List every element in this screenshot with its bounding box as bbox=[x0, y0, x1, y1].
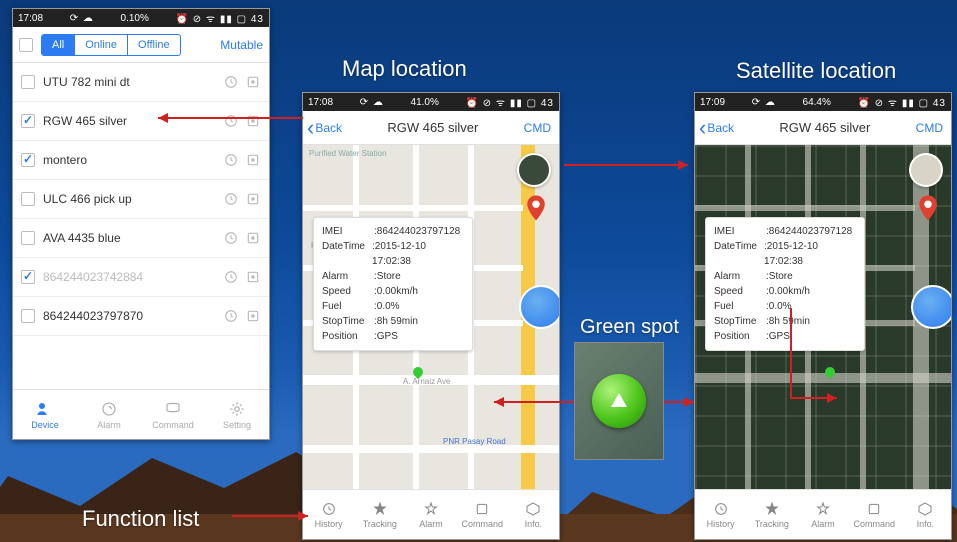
device-name: 864244023742884 bbox=[43, 270, 217, 284]
clock-icon[interactable] bbox=[223, 308, 239, 324]
location-pin-icon[interactable] bbox=[521, 193, 551, 223]
nav-title: RGW 465 silver bbox=[734, 120, 916, 135]
device-checkbox[interactable] bbox=[21, 75, 35, 89]
device-row[interactable]: AVA 4435 blue bbox=[13, 219, 269, 258]
device-name: UTU 782 mini dt bbox=[43, 75, 217, 89]
function-tabs: History Tracking Alarm Command Info. bbox=[303, 489, 559, 539]
locate-icon[interactable] bbox=[245, 308, 261, 324]
device-name: AVA 4435 blue bbox=[43, 231, 217, 245]
label-satellite-location: Satellite location bbox=[736, 58, 896, 84]
device-checkbox[interactable] bbox=[21, 270, 35, 284]
arrow-function-list bbox=[224, 506, 314, 526]
status-time: 17:09 bbox=[700, 97, 725, 108]
tab-alarm[interactable]: Alarm bbox=[405, 490, 456, 539]
filter-online[interactable]: Online bbox=[75, 35, 128, 55]
arrow-sat-toggle bbox=[556, 155, 696, 175]
clock-icon[interactable] bbox=[223, 74, 239, 90]
locate-icon[interactable] bbox=[245, 191, 261, 207]
device-checkbox[interactable] bbox=[21, 192, 35, 206]
locate-icon[interactable] bbox=[245, 152, 261, 168]
status-bar: 17:08 ⟳ ☁ 0.10% ⏰ ⊘ ᯤ ▮▮ ▢ 43 bbox=[13, 9, 269, 27]
nav-device[interactable]: Device bbox=[13, 390, 77, 439]
select-all-checkbox[interactable] bbox=[19, 38, 33, 52]
mutable-link[interactable]: Mutable bbox=[220, 38, 263, 52]
phone-map-view: 17:08 ⟳ ☁ 41.0% ⏰ ⊘ ᯤ ▮▮ ▢ 43 Back RGW 4… bbox=[302, 92, 560, 540]
device-name: ULC 466 pick up bbox=[43, 192, 217, 206]
tab-history[interactable]: History bbox=[695, 490, 746, 539]
compass-icon[interactable] bbox=[911, 285, 951, 329]
nav-command[interactable]: Command bbox=[141, 390, 205, 439]
device-checkbox[interactable] bbox=[21, 309, 35, 323]
nav-header: Back RGW 465 silver CMD bbox=[303, 111, 559, 145]
phone-device-list: 17:08 ⟳ ☁ 0.10% ⏰ ⊘ ᯤ ▮▮ ▢ 43 All Online… bbox=[12, 8, 270, 440]
function-tabs: History Tracking Alarm Command Info. bbox=[695, 489, 951, 539]
label-map-location: Map location bbox=[342, 56, 467, 82]
tab-command[interactable]: Command bbox=[849, 490, 900, 539]
location-pin-icon[interactable] bbox=[913, 193, 943, 223]
locate-icon[interactable] bbox=[245, 74, 261, 90]
arrow-green-right bbox=[660, 392, 700, 412]
device-row[interactable]: ULC 466 pick up bbox=[13, 180, 269, 219]
cmd-button[interactable]: CMD bbox=[916, 121, 943, 135]
status-bar: 17:09 ⟳ ☁ 64.4% ⏰ ⊘ ᯤ ▮▮ ▢ 43 bbox=[695, 93, 951, 111]
arrow-device-to-map bbox=[148, 108, 308, 128]
device-name: 864244023797870 bbox=[43, 309, 217, 323]
filter-bar: All Online Offline Mutable bbox=[13, 27, 269, 63]
map-label-arnaiz: A. Arnaiz Ave bbox=[403, 377, 450, 386]
device-checkbox[interactable] bbox=[21, 231, 35, 245]
device-checkbox[interactable] bbox=[21, 153, 35, 167]
device-row[interactable]: UTU 782 mini dt bbox=[13, 63, 269, 102]
device-row[interactable]: 864244023742884 bbox=[13, 258, 269, 297]
clock-icon[interactable] bbox=[223, 230, 239, 246]
nav-title: RGW 465 silver bbox=[342, 120, 524, 135]
back-button[interactable]: Back bbox=[699, 121, 734, 135]
map-label-pasay: PNR Pasay Road bbox=[443, 437, 506, 446]
back-button[interactable]: Back bbox=[307, 121, 342, 135]
status-pct: 41.0% bbox=[411, 97, 439, 108]
status-icons-right: ⏰ ⊘ ᯤ ▮▮ ▢ 43 bbox=[176, 11, 264, 25]
map-area[interactable]: Purified Water Station Faraday A. Arnaiz… bbox=[303, 145, 559, 489]
filter-all[interactable]: All bbox=[42, 35, 75, 55]
map-label-water: Purified Water Station bbox=[309, 149, 387, 158]
arrow-sat-green bbox=[783, 300, 843, 406]
status-time: 17:08 bbox=[18, 13, 43, 24]
tab-info[interactable]: Info. bbox=[508, 490, 559, 539]
green-spot-inset bbox=[574, 342, 664, 460]
clock-icon[interactable] bbox=[223, 191, 239, 207]
tab-tracking[interactable]: Tracking bbox=[746, 490, 797, 539]
label-function-list: Function list bbox=[82, 506, 199, 532]
tab-tracking[interactable]: Tracking bbox=[354, 490, 405, 539]
locate-icon[interactable] bbox=[245, 230, 261, 246]
tab-command[interactable]: Command bbox=[457, 490, 508, 539]
filter-offline[interactable]: Offline bbox=[128, 35, 180, 55]
status-icons: ⟳ ☁ bbox=[70, 13, 94, 24]
clock-icon[interactable] bbox=[223, 152, 239, 168]
label-green-spot: Green spot bbox=[580, 316, 679, 339]
locate-icon[interactable] bbox=[245, 269, 261, 285]
nav-alarm[interactable]: Alarm bbox=[77, 390, 141, 439]
filter-segment: All Online Offline bbox=[41, 34, 181, 56]
device-row[interactable]: montero bbox=[13, 141, 269, 180]
device-name: montero bbox=[43, 153, 217, 167]
device-checkbox[interactable] bbox=[21, 114, 35, 128]
compass-icon[interactable] bbox=[519, 285, 559, 329]
status-pct: 0.10% bbox=[121, 13, 149, 24]
tab-info[interactable]: Info. bbox=[900, 490, 951, 539]
satellite-toggle-button[interactable] bbox=[517, 153, 551, 187]
status-bar: 17:08 ⟳ ☁ 41.0% ⏰ ⊘ ᯤ ▮▮ ▢ 43 bbox=[303, 93, 559, 111]
green-ball-icon bbox=[592, 374, 646, 428]
nav-setting[interactable]: Setting bbox=[205, 390, 269, 439]
map-toggle-button[interactable] bbox=[909, 153, 943, 187]
info-box: IMEI:864244023797128 DateTime:2015-12-10… bbox=[313, 217, 473, 351]
status-pct: 64.4% bbox=[803, 97, 831, 108]
status-time: 17:08 bbox=[308, 97, 333, 108]
bottom-nav: Device Alarm Command Setting bbox=[13, 389, 269, 439]
nav-header: Back RGW 465 silver CMD bbox=[695, 111, 951, 145]
arrow-green-left bbox=[486, 392, 578, 412]
tab-alarm[interactable]: Alarm bbox=[797, 490, 848, 539]
cmd-button[interactable]: CMD bbox=[524, 121, 551, 135]
device-row[interactable]: 864244023797870 bbox=[13, 297, 269, 336]
clock-icon[interactable] bbox=[223, 269, 239, 285]
